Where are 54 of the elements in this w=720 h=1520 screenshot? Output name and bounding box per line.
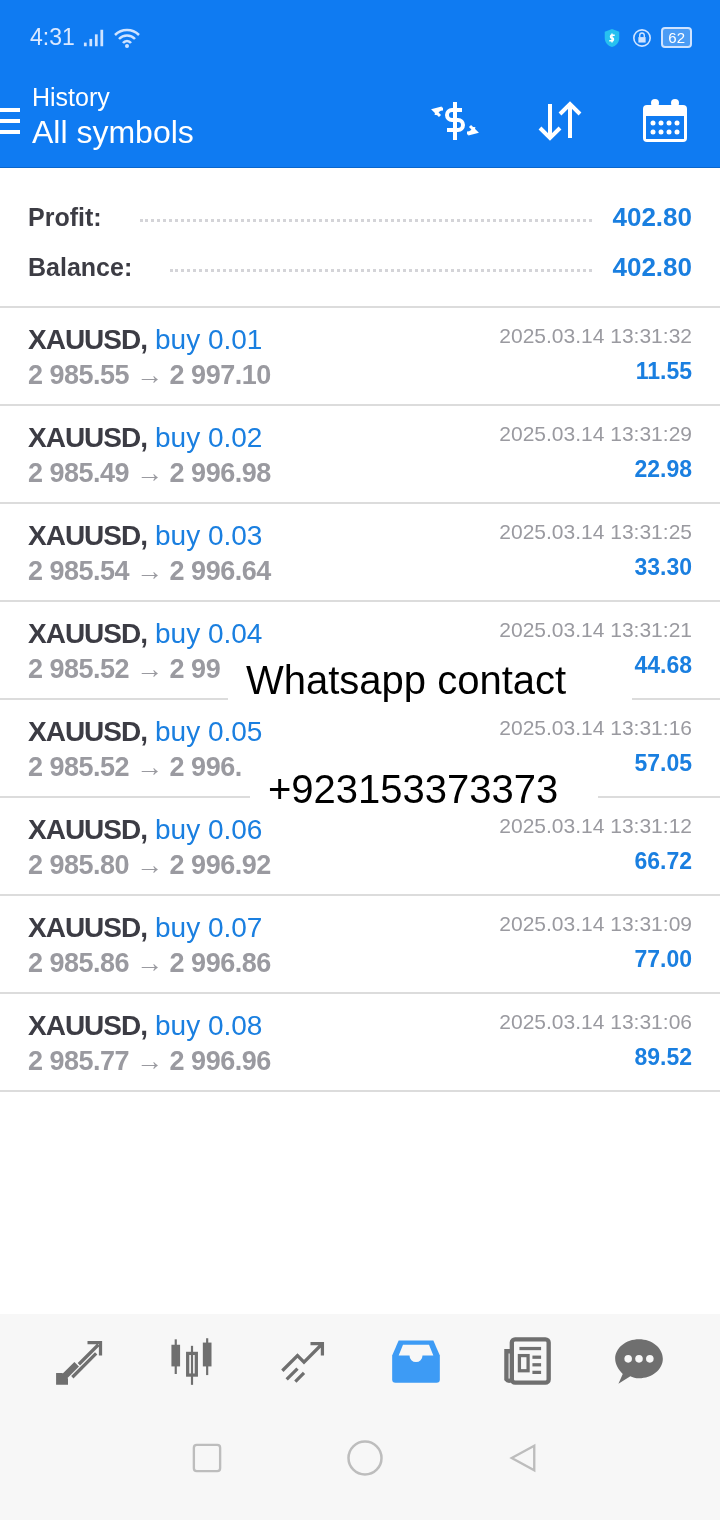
chat-icon[interactable] — [613, 1336, 666, 1386]
deal-time: 2025.03.14 13:31:21 — [499, 617, 692, 643]
deal-prices: 2 985.55 → 2 997.10 — [28, 359, 271, 392]
deal-volume: buy 0.04 — [155, 617, 263, 651]
deal-profit: 66.72 — [633, 847, 692, 876]
summary-label: Balance: — [28, 252, 133, 282]
calendar-icon[interactable] — [640, 98, 690, 144]
symbol-filter[interactable]: All symbols — [32, 112, 430, 152]
wifi-icon — [112, 26, 141, 49]
deal-symbol: XAUUSD, — [28, 519, 147, 553]
deal-symbol: XAUUSD, — [28, 323, 147, 357]
summary-value: 402.80 — [612, 251, 692, 283]
deal-volume: buy 0.07 — [155, 911, 263, 945]
deal-prices: 2 985.80 → 2 996.92 — [28, 849, 271, 882]
deal-prices: 2 985.52 → 2 99 — [28, 653, 222, 686]
deal-symbol: XAUUSD, — [28, 421, 147, 455]
deal-profit: 22.98 — [633, 455, 692, 484]
deal-symbol: XAUUSD, — [28, 617, 147, 651]
summary-value: 402.80 — [612, 201, 692, 233]
deal-time: 2025.03.14 13:31:25 — [499, 519, 692, 545]
lock-rotation-icon — [631, 27, 654, 48]
deal-prices: 2 985.77 → 2 996.96 — [28, 1045, 271, 1078]
screen-title: History — [32, 82, 111, 112]
deal-time: 2025.03.14 13:31:09 — [499, 911, 692, 937]
deal-time: 2025.03.14 13:31:32 — [499, 323, 692, 349]
deal-profit: 57.05 — [633, 749, 692, 778]
menu-icon[interactable] — [0, 106, 20, 136]
deal-profit: 89.52 — [633, 1043, 692, 1072]
deal-prices: 2 985.54 → 2 996.64 — [28, 555, 271, 588]
deal-profit: 11.55 — [634, 357, 692, 386]
newspaper-icon[interactable] — [501, 1336, 554, 1386]
deal-symbol: XAUUSD, — [28, 911, 147, 945]
deal-prices: 2 985.49 → 2 996.98 — [28, 457, 271, 490]
deal-time: 2025.03.14 13:31:16 — [499, 715, 692, 741]
signal-icon — [82, 27, 105, 48]
deal-volume: buy 0.02 — [155, 421, 263, 455]
deal-volume: buy 0.03 — [155, 519, 263, 553]
deal-volume: buy 0.01 — [155, 323, 263, 357]
clock-time: 4:31 — [30, 24, 75, 51]
deal-prices: 2 985.52 → 2 996. — [28, 751, 243, 784]
deal-symbol: XAUUSD, — [28, 1009, 147, 1043]
deal-time: 2025.03.14 13:31:29 — [499, 421, 692, 447]
deal-time: 2025.03.14 13:31:12 — [499, 813, 692, 839]
summary-label: Profit: — [28, 202, 102, 232]
deal-volume: buy 0.08 — [155, 1009, 263, 1043]
deal-symbol: XAUUSD, — [28, 715, 147, 749]
deal-volume: buy 0.06 — [155, 813, 263, 847]
deal-prices: 2 985.86 → 2 996.86 — [28, 947, 271, 980]
deal-volume: buy 0.05 — [155, 715, 263, 749]
deal-time: 2025.03.14 13:31:06 — [499, 1009, 692, 1035]
battery-indicator: 62 — [661, 27, 692, 48]
deal-symbol: XAUUSD, — [28, 813, 147, 847]
deal-profit: 33.30 — [633, 553, 692, 582]
deal-profit: 77.00 — [633, 945, 692, 974]
